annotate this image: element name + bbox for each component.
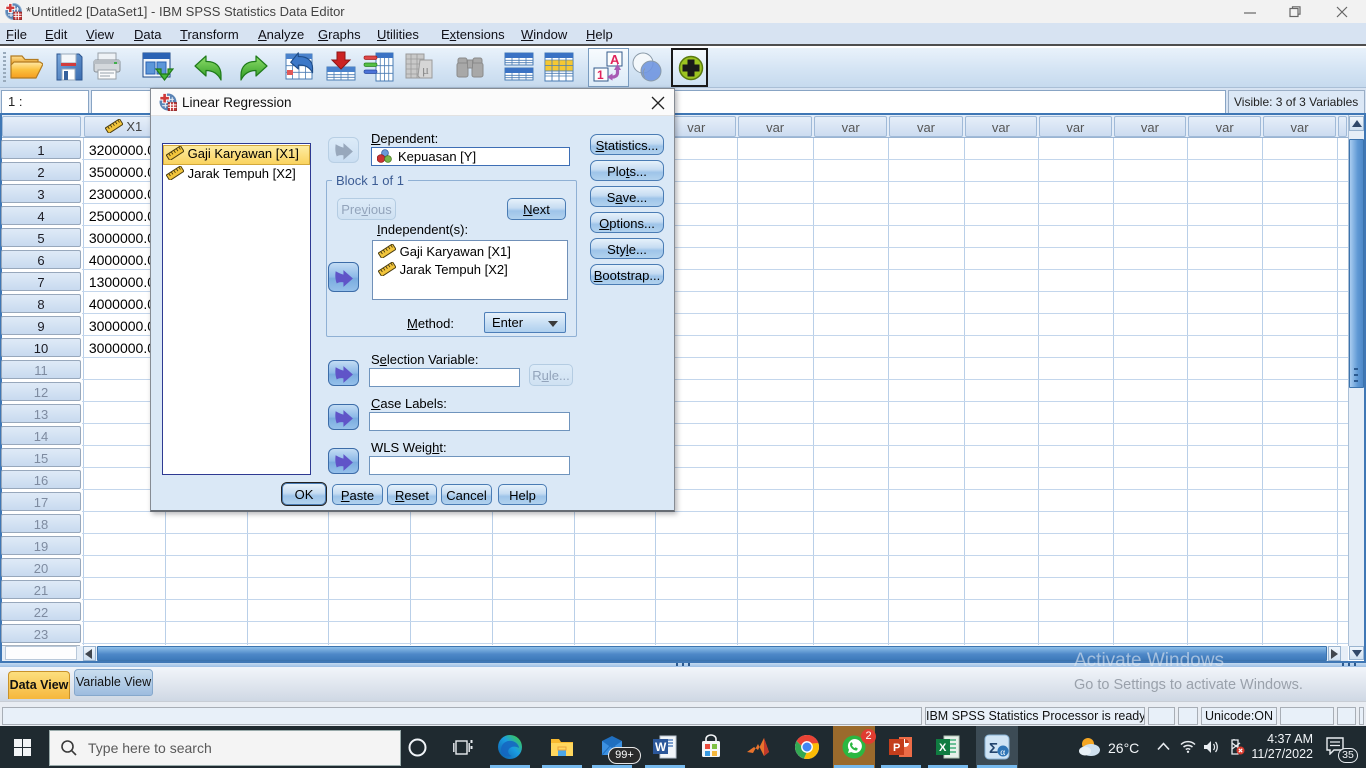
svg-text:X: X [939, 742, 947, 754]
svg-text:W: W [655, 740, 667, 754]
svg-text:P: P [893, 742, 900, 754]
svg-text:1: 1 [597, 68, 604, 82]
svg-text:Σ: Σ [989, 740, 998, 757]
svg-text:α: α [1000, 748, 1005, 758]
svg-text:A: A [610, 52, 620, 67]
svg-text:μ: μ [422, 62, 429, 77]
